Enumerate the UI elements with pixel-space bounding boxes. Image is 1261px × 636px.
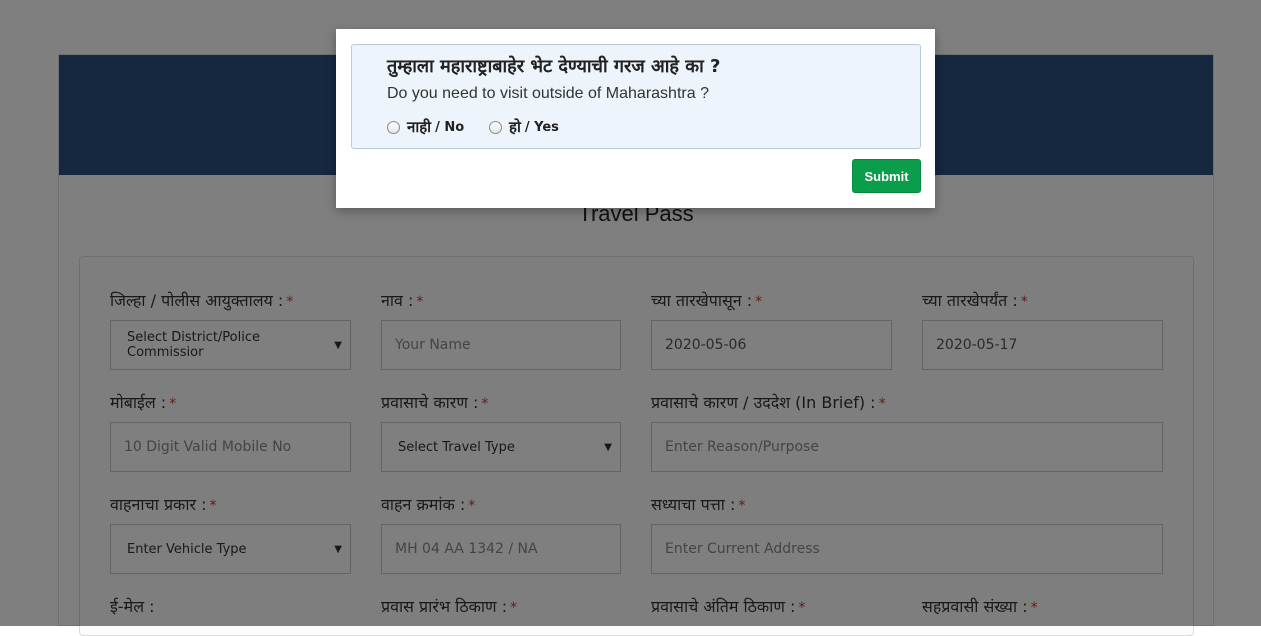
option-yes-label-mr: हो <box>509 118 521 136</box>
question-english: Do you need to visit outside of Maharash… <box>387 85 709 102</box>
option-yes-label-en: / Yes <box>524 119 559 135</box>
option-yes[interactable]: हो / Yes <box>489 117 559 137</box>
outside-state-modal: तुम्हाला महाराष्ट्राबाहेर भेट देण्याची ग… <box>336 29 935 208</box>
question-panel: तुम्हाला महाराष्ट्राबाहेर भेट देण्याची ग… <box>351 44 921 149</box>
radio-yes[interactable] <box>489 120 502 134</box>
option-no-label-en: / No <box>435 119 465 135</box>
option-no[interactable]: नाही / No <box>387 117 464 137</box>
submit-button[interactable]: Submit <box>852 159 921 193</box>
option-no-label-mr: नाही <box>407 118 432 136</box>
question-marathi: तुम्हाला महाराष्ट्राबाहेर भेट देण्याची ग… <box>387 56 721 77</box>
radio-no[interactable] <box>387 120 400 134</box>
